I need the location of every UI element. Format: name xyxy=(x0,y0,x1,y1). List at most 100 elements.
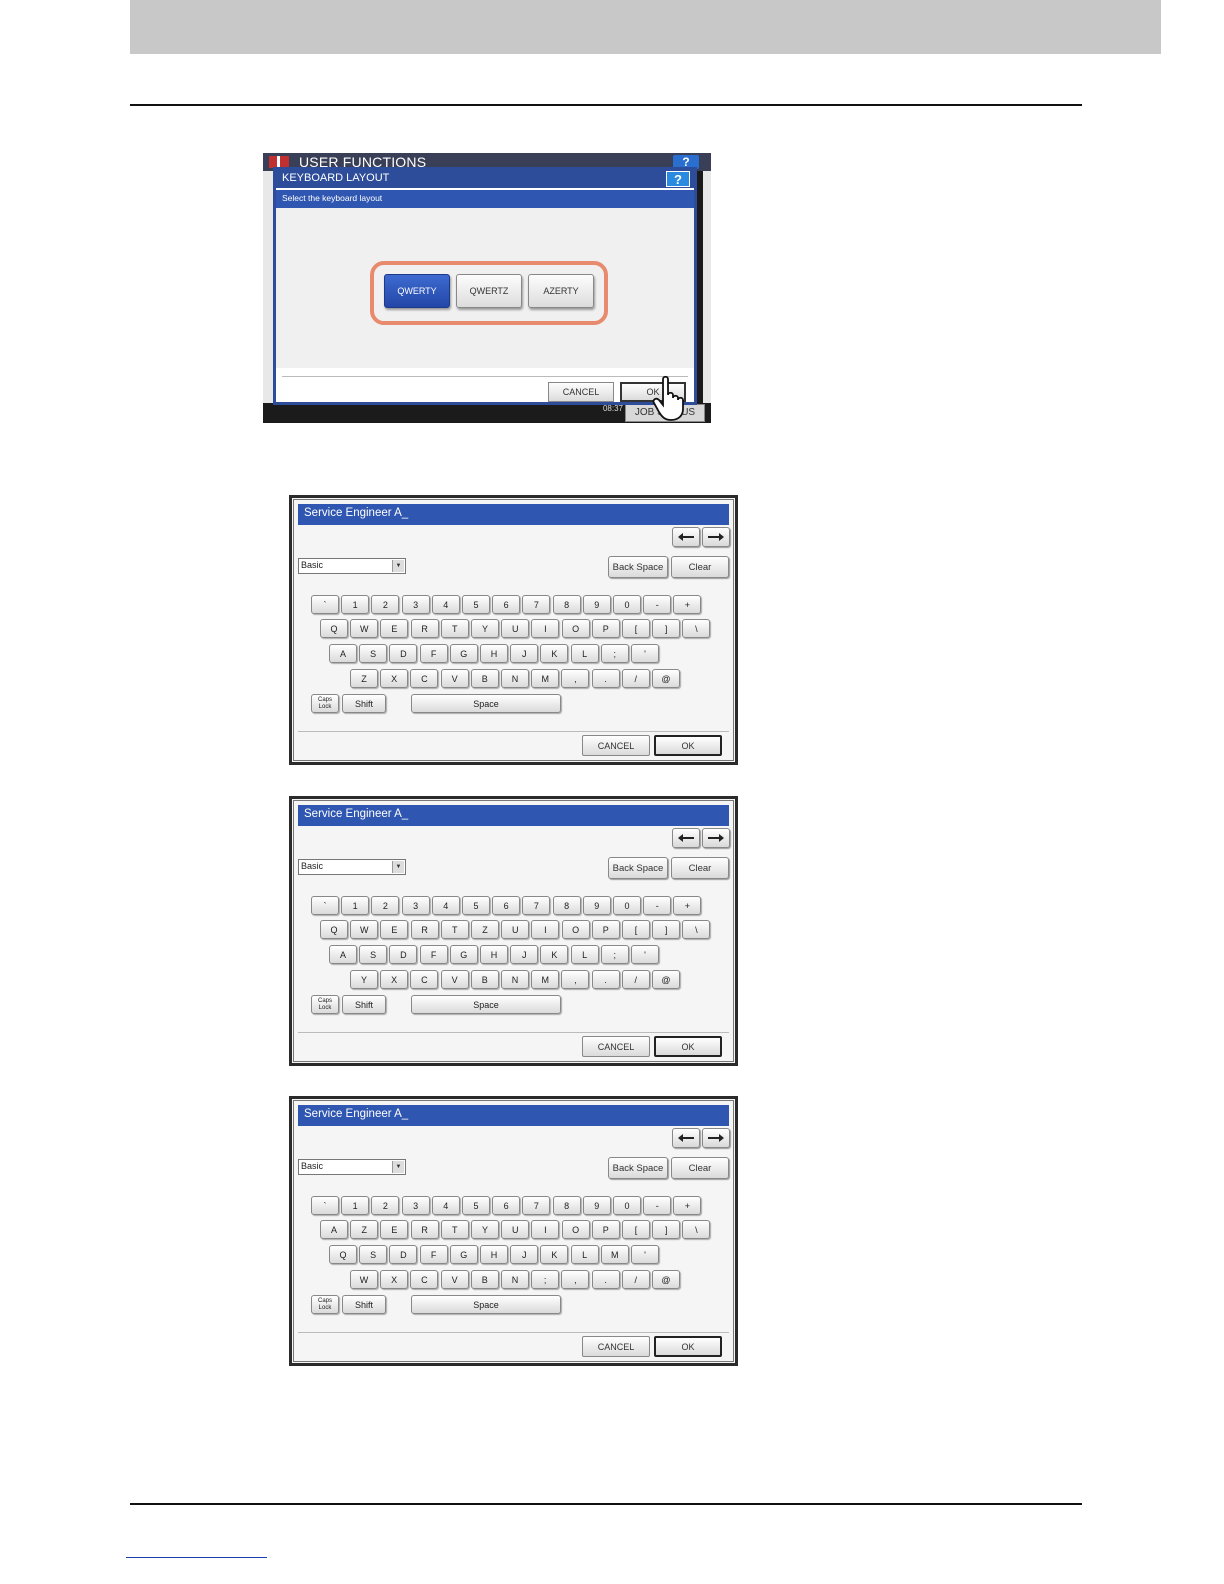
key[interactable]: W xyxy=(350,619,379,638)
key[interactable]: ] xyxy=(652,1220,681,1239)
key[interactable]: 6 xyxy=(492,1196,521,1215)
key[interactable]: E xyxy=(380,619,409,638)
key[interactable]: 6 xyxy=(492,595,521,614)
key[interactable]: F xyxy=(419,945,448,964)
key[interactable]: Q xyxy=(320,619,348,638)
key[interactable]: ; xyxy=(531,1270,560,1289)
key[interactable]: Q xyxy=(320,920,348,939)
cancel-button[interactable]: CANCEL xyxy=(582,1036,650,1057)
cursor-right-button[interactable] xyxy=(702,828,730,848)
key[interactable]: @ xyxy=(652,970,680,989)
shift-key[interactable]: Shift xyxy=(342,1295,386,1314)
key[interactable]: 8 xyxy=(552,896,581,915)
key[interactable]: S xyxy=(359,644,388,663)
key[interactable]: B xyxy=(470,970,499,989)
text-input-field[interactable]: Service Engineer A_ xyxy=(298,504,729,525)
ok-button[interactable]: OK xyxy=(654,1336,722,1357)
key[interactable]: Q xyxy=(329,1245,357,1264)
key[interactable]: ' xyxy=(631,945,659,964)
key[interactable]: 4 xyxy=(431,1196,460,1215)
key[interactable]: 9 xyxy=(582,1196,611,1215)
character-set-select[interactable]: Basic ▼ xyxy=(298,1159,406,1175)
key[interactable]: I xyxy=(531,1220,560,1239)
key[interactable]: P xyxy=(591,1220,620,1239)
key[interactable]: ' xyxy=(631,1245,659,1264)
key[interactable]: R xyxy=(410,619,439,638)
key[interactable]: 2 xyxy=(371,1196,400,1215)
key[interactable]: D xyxy=(389,644,418,663)
key[interactable]: . xyxy=(591,669,620,688)
key[interactable]: 3 xyxy=(401,595,430,614)
cursor-left-button[interactable] xyxy=(672,828,700,848)
key[interactable]: Y xyxy=(350,970,378,989)
key[interactable]: , xyxy=(561,669,590,688)
key[interactable]: K xyxy=(540,644,569,663)
key[interactable]: F xyxy=(419,644,448,663)
key[interactable]: S xyxy=(359,945,388,964)
key[interactable]: 9 xyxy=(582,896,611,915)
cursor-left-button[interactable] xyxy=(672,1128,700,1148)
key[interactable]: H xyxy=(480,1245,508,1264)
key[interactable]: \ xyxy=(682,1220,711,1239)
key[interactable]: ; xyxy=(600,945,629,964)
cursor-right-button[interactable] xyxy=(702,527,730,547)
clear-button[interactable]: Clear xyxy=(671,1157,729,1179)
key[interactable]: 5 xyxy=(462,1196,490,1215)
back-space-button[interactable]: Back Space xyxy=(608,1157,668,1179)
key[interactable]: \ xyxy=(682,619,711,638)
key[interactable]: C xyxy=(410,970,439,989)
space-key[interactable]: Space xyxy=(411,995,561,1014)
key[interactable]: B xyxy=(470,669,499,688)
key[interactable]: ; xyxy=(600,644,629,663)
key[interactable]: Z xyxy=(350,669,378,688)
caps-lock-key[interactable]: Caps Lock xyxy=(311,995,339,1014)
key[interactable]: C xyxy=(410,669,439,688)
key[interactable]: 5 xyxy=(462,896,490,915)
key[interactable]: L xyxy=(570,1245,599,1264)
dialog-help-button[interactable]: ? xyxy=(666,171,690,187)
key[interactable]: A xyxy=(329,945,357,964)
key[interactable]: - xyxy=(643,896,672,915)
key[interactable]: D xyxy=(389,1245,418,1264)
key[interactable]: X xyxy=(380,1270,409,1289)
caps-lock-key[interactable]: Caps Lock xyxy=(311,1295,339,1314)
key[interactable]: . xyxy=(591,970,620,989)
key[interactable]: 4 xyxy=(431,896,460,915)
key[interactable]: N xyxy=(501,970,529,989)
key[interactable]: Z xyxy=(350,1220,379,1239)
key[interactable]: ] xyxy=(652,920,681,939)
space-key[interactable]: Space xyxy=(411,1295,561,1314)
key[interactable]: V xyxy=(440,1270,469,1289)
key[interactable]: A xyxy=(329,644,357,663)
layout-option-qwerty[interactable]: QWERTY xyxy=(384,274,450,308)
cursor-left-button[interactable] xyxy=(672,527,700,547)
key[interactable]: X xyxy=(380,970,409,989)
key[interactable]: [ xyxy=(622,920,650,939)
key[interactable]: ] xyxy=(652,619,681,638)
layout-option-qwertz[interactable]: QWERTZ xyxy=(456,274,522,308)
key[interactable]: U xyxy=(501,920,530,939)
key[interactable]: P xyxy=(591,920,620,939)
key[interactable]: U xyxy=(501,619,530,638)
key[interactable]: O xyxy=(561,1220,590,1239)
key[interactable]: / xyxy=(621,970,650,989)
ok-button[interactable]: OK xyxy=(654,1036,722,1057)
key[interactable]: 9 xyxy=(582,595,611,614)
key[interactable]: B xyxy=(470,1270,499,1289)
key[interactable]: 8 xyxy=(552,595,581,614)
key[interactable]: 0 xyxy=(613,896,641,915)
cursor-right-button[interactable] xyxy=(702,1128,730,1148)
caps-lock-key[interactable]: Caps Lock xyxy=(311,694,339,713)
key[interactable]: - xyxy=(643,1196,672,1215)
key[interactable]: 4 xyxy=(431,595,460,614)
key[interactable]: G xyxy=(449,945,478,964)
key[interactable]: + xyxy=(673,896,702,915)
key[interactable]: Z xyxy=(471,920,499,939)
key[interactable]: A xyxy=(320,1220,348,1239)
character-set-select[interactable]: Basic ▼ xyxy=(298,558,406,574)
key[interactable]: , xyxy=(561,1270,590,1289)
shift-key[interactable]: Shift xyxy=(342,995,386,1014)
key[interactable]: H xyxy=(480,644,508,663)
key[interactable]: [ xyxy=(622,1220,650,1239)
key[interactable]: 1 xyxy=(341,595,370,614)
